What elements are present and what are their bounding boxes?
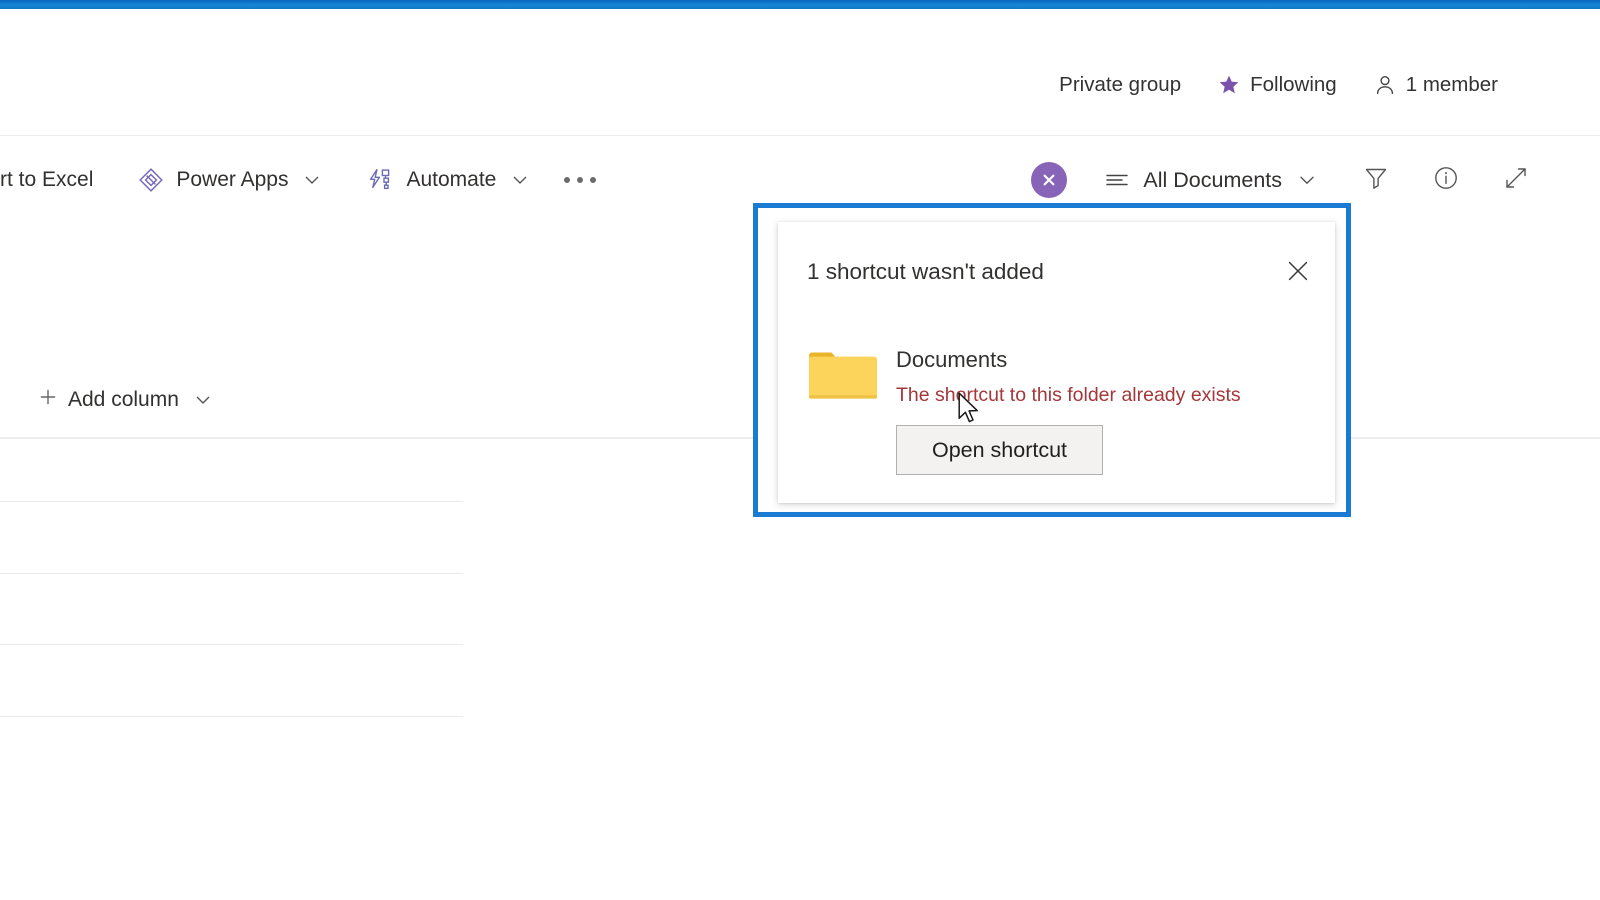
add-column-label: Add column [68, 388, 179, 412]
view-name-label: All Documents [1143, 168, 1282, 193]
callout-title: 1 shortcut wasn't added [807, 259, 1044, 285]
open-shortcut-button[interactable]: Open shortcut [896, 425, 1103, 475]
expand-button[interactable] [1488, 152, 1544, 208]
privacy-label: Private group [1041, 67, 1199, 103]
close-icon [1285, 258, 1311, 289]
export-to-excel-label: rt to Excel [0, 168, 93, 192]
view-switcher-button[interactable]: All Documents [1091, 152, 1330, 208]
members-label: 1 member [1406, 73, 1498, 97]
chevron-down-icon [1296, 169, 1318, 191]
folder-icon [807, 346, 877, 401]
info-button[interactable] [1418, 152, 1474, 208]
command-bar-left-group: rt to Excel Power Apps [0, 136, 606, 224]
table-row-divider [0, 716, 463, 717]
members-button[interactable]: 1 member [1355, 67, 1516, 103]
more-options-button[interactable] [554, 152, 606, 208]
top-accent-bar [0, 0, 1600, 9]
list-view-icon [1103, 166, 1131, 194]
power-apps-icon [137, 166, 165, 194]
site-header: Private group Following 1 member [0, 9, 1600, 136]
person-icon [1373, 73, 1397, 97]
shortcut-item-error: The shortcut to this folder already exis… [896, 381, 1241, 410]
automate-button[interactable]: Automate [354, 152, 544, 208]
table-row-divider [0, 644, 463, 645]
following-label: Following [1250, 73, 1337, 97]
shortcut-callout-highlight: 1 shortcut wasn't added Documents The s [753, 203, 1351, 517]
error-status-icon[interactable] [1031, 162, 1067, 198]
table-row-divider [0, 501, 463, 502]
close-button[interactable] [1277, 252, 1319, 294]
site-header-actions: Private group Following 1 member [1041, 67, 1516, 103]
shortcut-item-text: Documents The shortcut to this folder al… [896, 340, 1241, 475]
automate-label: Automate [406, 168, 496, 192]
shortcut-item-row: Documents The shortcut to this folder al… [807, 340, 1241, 475]
filter-button[interactable] [1348, 152, 1404, 208]
export-to-excel-button[interactable]: rt to Excel [0, 152, 106, 208]
add-column-button[interactable]: Add column [30, 378, 221, 422]
info-icon [1431, 163, 1461, 198]
privacy-label-text: Private group [1059, 73, 1181, 97]
star-icon [1217, 73, 1241, 97]
power-apps-label: Power Apps [176, 168, 288, 192]
filter-icon [1361, 163, 1391, 198]
chevron-down-icon [301, 169, 323, 191]
shortcut-item-name: Documents [896, 344, 1241, 376]
power-apps-button[interactable]: Power Apps [124, 152, 336, 208]
following-button[interactable]: Following [1199, 67, 1355, 103]
table-row-divider [0, 573, 463, 574]
shortcut-callout: 1 shortcut wasn't added Documents The s [778, 222, 1335, 503]
power-automate-icon [367, 166, 395, 194]
chevron-down-icon [509, 169, 531, 191]
more-options-icon [564, 177, 596, 183]
chevron-down-icon [193, 390, 213, 410]
expand-icon [1501, 163, 1531, 198]
plus-icon [38, 387, 58, 413]
